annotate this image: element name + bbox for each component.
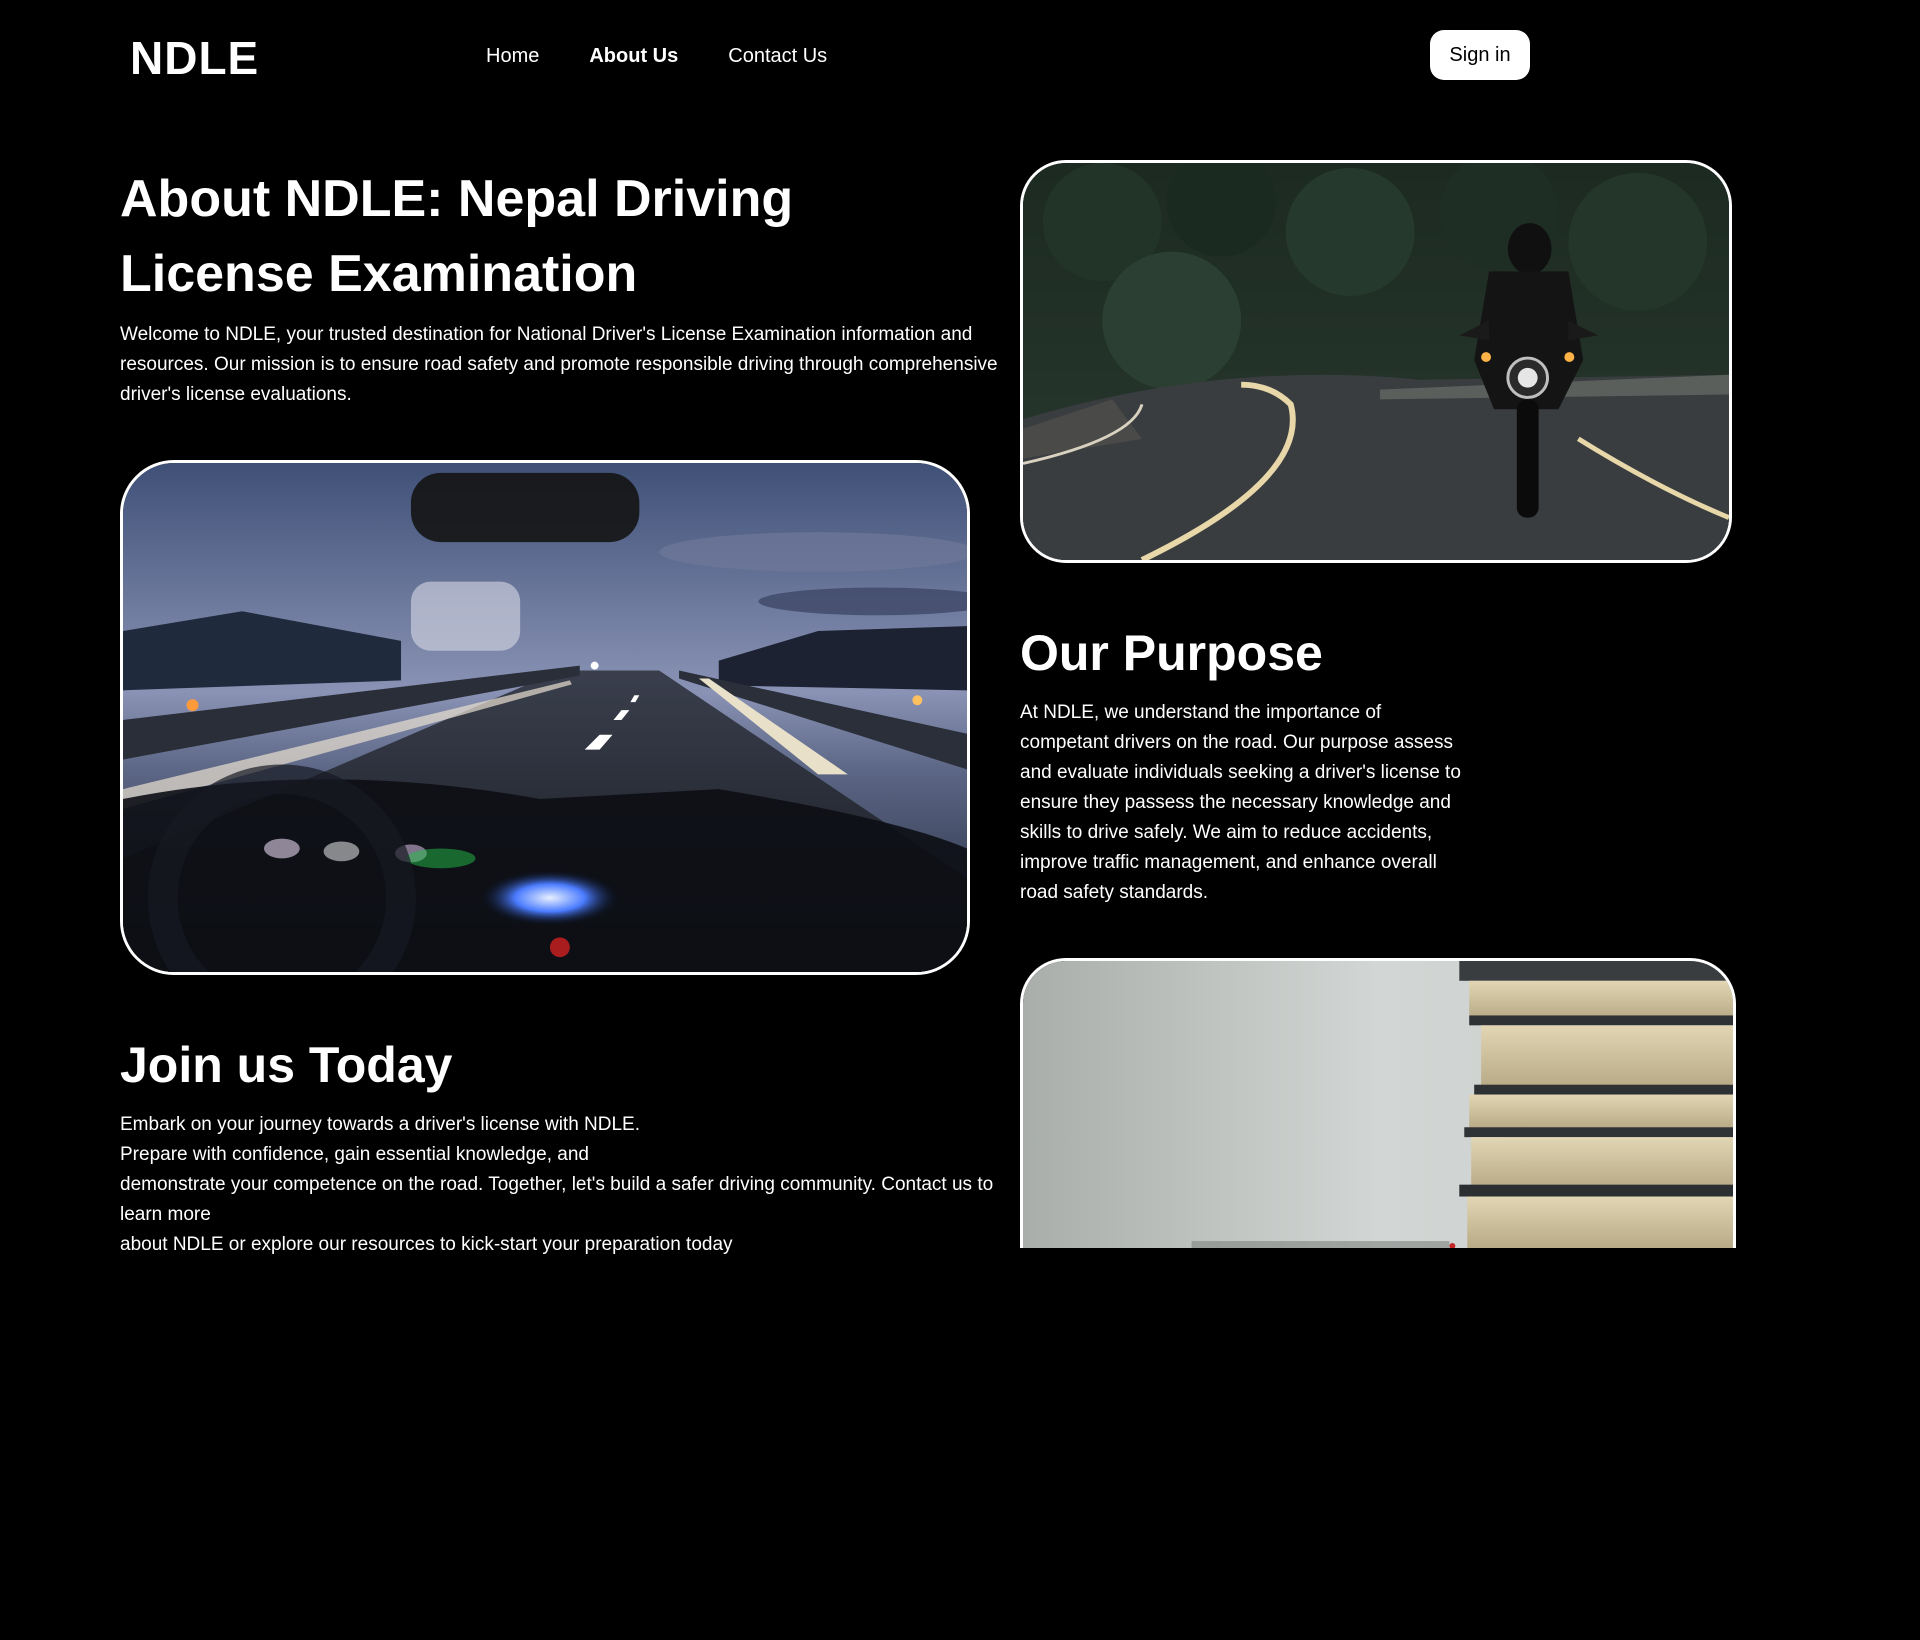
- nav-home[interactable]: Home: [486, 42, 539, 70]
- join-us-text: Embark on your journey towards a driver'…: [120, 1110, 1020, 1260]
- stacked-books-image: [1020, 958, 1736, 1248]
- our-purpose-text: At NDLE, we understand the importance of…: [1020, 702, 1461, 903]
- motorcyclist-illustration: [1023, 163, 1729, 560]
- about-intro-text: Welcome to NDLE, your trusted destinatio…: [120, 324, 998, 405]
- stacked-books-illustration: [1023, 961, 1733, 1248]
- nav-about-us[interactable]: About Us: [589, 42, 678, 70]
- highway-windshield-illustration: [123, 463, 967, 972]
- highway-windshield-image: [120, 460, 970, 975]
- page-title: About NDLE: Nepal Driving License Examin…: [120, 170, 794, 303]
- join-us-line: demonstrate your competence on the road.…: [120, 1174, 994, 1225]
- site-logo[interactable]: NDLE: [130, 30, 259, 86]
- join-us-line: Embark on your journey towards a driver'…: [120, 1114, 641, 1135]
- main-nav: Home About Us Contact Us: [486, 42, 827, 70]
- join-us-line: about NDLE or explore our resources to k…: [120, 1234, 733, 1255]
- sign-in-button[interactable]: Sign in: [1430, 30, 1530, 80]
- join-us-heading: Join us Today: [120, 1037, 453, 1093]
- join-us-line: Prepare with confidence, gain essential …: [120, 1144, 589, 1165]
- motorcyclist-image: [1020, 160, 1732, 563]
- nav-contact-us[interactable]: Contact Us: [728, 42, 827, 70]
- our-purpose-heading: Our Purpose: [1020, 625, 1323, 681]
